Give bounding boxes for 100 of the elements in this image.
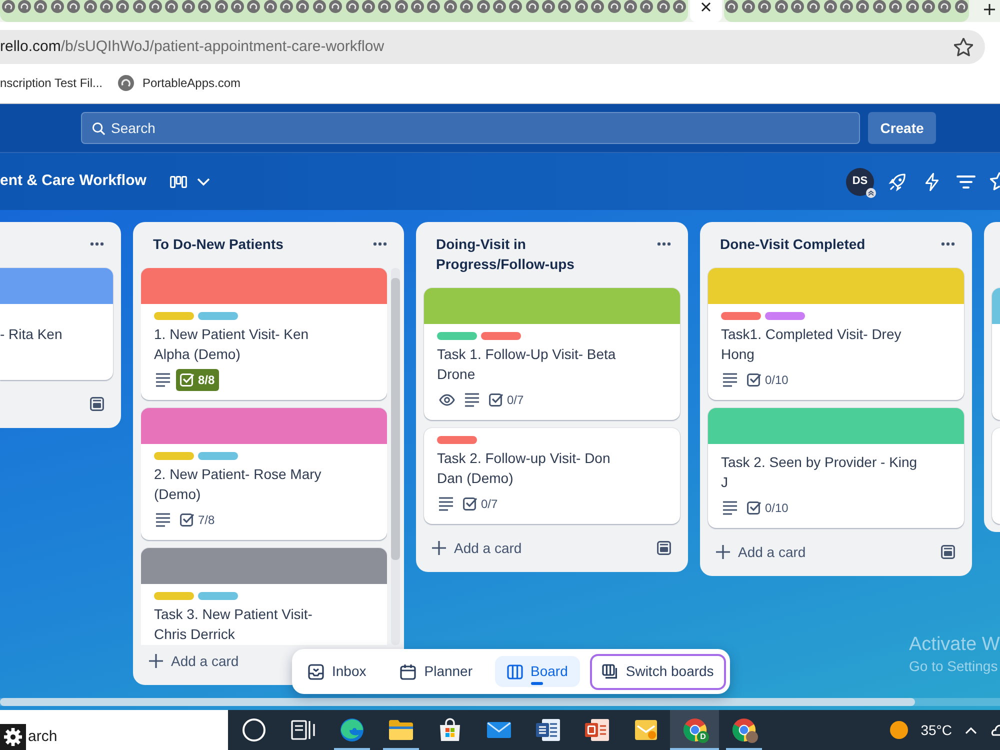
tab-favicon-icon[interactable] <box>67 0 80 13</box>
weather-temperature[interactable]: 35°C <box>920 720 952 740</box>
tab-favicon-icon[interactable] <box>460 0 474 13</box>
tab-favicon-icon[interactable] <box>889 0 902 13</box>
tab-favicon-icon[interactable] <box>509 0 522 13</box>
color-label-icon[interactable] <box>437 332 477 340</box>
tab-favicon-icon[interactable] <box>922 0 935 13</box>
tab-favicon-icon[interactable] <box>34 0 48 13</box>
taskbar-button[interactable]: D <box>670 710 719 750</box>
tab-favicon-icon[interactable] <box>476 0 490 13</box>
tab-favicon-icon[interactable] <box>640 0 654 13</box>
list-title[interactable]: Done-Visit Completed <box>720 228 932 268</box>
sun-icon[interactable] <box>890 721 908 739</box>
planner-tab[interactable]: Planner <box>388 656 485 687</box>
tab-favicon-icon[interactable] <box>214 0 228 13</box>
tab-favicon-icon[interactable] <box>542 0 556 13</box>
template-icon[interactable] <box>657 541 671 555</box>
board-view-icon[interactable] <box>170 176 188 188</box>
tab-favicon-icon[interactable] <box>608 0 621 13</box>
tab-favicon-icon[interactable] <box>774 0 788 13</box>
create-button[interactable]: Create <box>868 112 936 144</box>
tab-favicon-icon[interactable] <box>84 0 97 13</box>
tab-favicon-icon[interactable] <box>362 0 375 13</box>
tab-favicon-icon[interactable] <box>264 0 277 13</box>
tab-favicon-icon[interactable] <box>18 0 32 13</box>
tab-favicon-icon[interactable] <box>100 0 113 13</box>
color-label-icon[interactable] <box>765 312 805 320</box>
template-icon[interactable] <box>941 545 955 559</box>
tab-favicon-icon[interactable] <box>116 0 130 13</box>
board-tab[interactable]: Board <box>494 656 580 687</box>
color-label-icon[interactable] <box>198 312 238 320</box>
add-card-button[interactable]: Add a card <box>141 645 247 677</box>
color-label-icon[interactable] <box>481 332 521 340</box>
task-card[interactable]: Task 3. New Patient Visit- Chris Derrick <box>141 548 387 645</box>
tab-favicon-icon[interactable] <box>574 0 588 13</box>
task-card[interactable]: Task 2. Seen by Provider - King J 0/10 <box>708 408 964 528</box>
gear-icon[interactable] <box>0 724 26 750</box>
task-card[interactable]: Task 1. Follow-Up Visit- Beta Drone 0/7 <box>424 288 680 420</box>
bookmark-site-icon[interactable] <box>118 74 134 90</box>
tab-favicon-icon[interactable] <box>132 0 146 13</box>
taskbar-search-field[interactable]: arch <box>0 710 228 750</box>
tab-favicon-icon[interactable] <box>673 0 686 13</box>
switch-boards-button[interactable]: Switch boards <box>590 654 726 690</box>
template-icon[interactable] <box>90 397 104 411</box>
tab-favicon-icon[interactable] <box>312 0 326 13</box>
rocket-icon[interactable] <box>888 172 908 192</box>
task-card[interactable]: - Rita Ken <box>0 268 113 380</box>
tab-favicon-icon[interactable] <box>725 0 738 13</box>
color-label-icon[interactable] <box>154 592 194 600</box>
tab-favicon-icon[interactable] <box>165 0 178 13</box>
task-card[interactable]: 2. New Patient- Rose Mary (Demo) 7/8 <box>141 408 387 540</box>
tab-favicon-icon[interactable] <box>824 0 837 13</box>
horizontal-scrollbar[interactable] <box>0 698 1000 706</box>
list-title[interactable]: Doing-Visit in Progress/Follow-ups <box>436 228 648 288</box>
ellipsis-icon[interactable] <box>941 242 955 246</box>
ellipsis-icon[interactable] <box>373 242 387 246</box>
bookmark-link[interactable]: nscription Test Fil... <box>0 74 102 92</box>
filter-icon[interactable] <box>956 174 976 188</box>
tab-favicon-icon[interactable] <box>149 0 162 13</box>
tab-favicon-icon[interactable] <box>790 0 804 13</box>
color-label-icon[interactable] <box>154 452 194 460</box>
tab-favicon-icon[interactable] <box>444 0 457 13</box>
tab-favicon-icon[interactable] <box>526 0 539 13</box>
search-field[interactable]: Search <box>81 112 860 144</box>
member-avatar[interactable]: DS <box>846 168 874 196</box>
tab-favicon-icon[interactable] <box>329 0 342 13</box>
color-label-icon[interactable] <box>437 436 477 444</box>
tab-favicon-icon[interactable] <box>492 0 506 13</box>
tab-favicon-icon[interactable] <box>394 0 408 13</box>
tab-favicon-icon[interactable] <box>182 0 195 13</box>
ellipsis-icon[interactable] <box>90 242 104 246</box>
color-label-icon[interactable] <box>154 312 194 320</box>
vertical-scrollbar[interactable] <box>391 268 400 645</box>
tab-favicon-icon[interactable] <box>656 0 670 13</box>
add-card-button[interactable]: Add a card <box>424 532 530 564</box>
tab-favicon-icon[interactable] <box>840 0 854 13</box>
color-label-icon[interactable] <box>198 592 238 600</box>
tab-favicon-icon[interactable] <box>954 0 968 13</box>
task-card[interactable]: 1. New Patient Visit- Ken Alpha (Demo) 8/8 <box>141 268 387 400</box>
list-title[interactable]: To Do-New Patients <box>153 228 364 268</box>
color-label-icon[interactable] <box>198 452 238 460</box>
inbox-tab[interactable]: Inbox <box>296 656 378 687</box>
tab-favicon-icon[interactable] <box>742 0 755 13</box>
task-card[interactable]: Task 2. Follow-up Visit- Don Dan (Demo) 0/7 <box>424 428 680 524</box>
color-label-icon[interactable] <box>721 312 761 320</box>
tab-favicon-icon[interactable] <box>558 0 572 13</box>
tab-favicon-icon[interactable] <box>624 0 637 13</box>
tab-favicon-icon[interactable] <box>230 0 244 13</box>
tab-favicon-icon[interactable] <box>807 0 820 13</box>
close-icon[interactable] <box>700 2 711 12</box>
tab-favicon-icon[interactable] <box>247 0 260 13</box>
bookmark-link[interactable]: PortableApps.com <box>142 74 241 92</box>
task-card[interactable]: Task1. Completed Visit- Drey Hong 0/10 <box>708 268 964 400</box>
tab-favicon-icon[interactable] <box>378 0 392 13</box>
tab-favicon-icon[interactable] <box>427 0 440 13</box>
tab-favicon-icon[interactable] <box>296 0 310 13</box>
add-card-button[interactable]: Add a card <box>708 536 814 568</box>
tab-favicon-icon[interactable] <box>280 0 294 13</box>
tab-favicon-icon[interactable] <box>346 0 359 13</box>
browser-tab[interactable] <box>690 0 722 22</box>
